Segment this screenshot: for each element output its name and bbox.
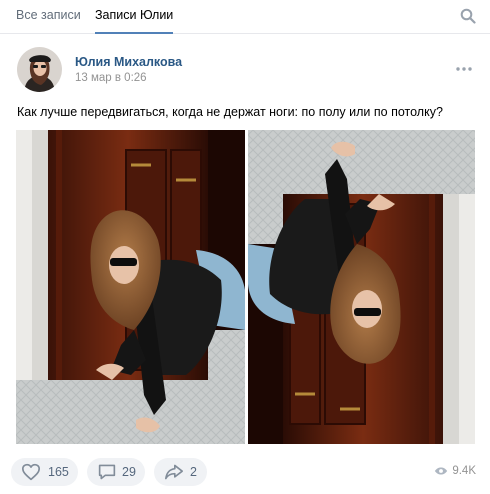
post-text: Как лучше передвигаться, когда не держат…: [17, 105, 443, 119]
more-dots-icon: [456, 67, 472, 71]
share-button[interactable]: 2: [154, 458, 207, 486]
search-button[interactable]: [460, 8, 476, 24]
tab-julia-posts[interactable]: Записи Юлии: [95, 0, 174, 34]
like-count: 165: [48, 465, 69, 479]
post-date[interactable]: 13 мар в 0:26: [75, 72, 147, 84]
comment-icon: [98, 464, 116, 480]
post-author[interactable]: Юлия Михалкова: [75, 55, 182, 69]
comment-count: 29: [122, 465, 136, 479]
share-count: 2: [190, 465, 197, 479]
post-photo-2[interactable]: [248, 130, 475, 444]
eye-icon: [435, 467, 448, 475]
like-button[interactable]: 165: [11, 458, 78, 486]
views-count: 9.4K: [452, 465, 476, 477]
heart-icon: [22, 463, 40, 481]
post-photo-1[interactable]: [16, 130, 245, 444]
post-menu-button[interactable]: [456, 59, 472, 71]
views-counter: 9.4K: [435, 465, 476, 477]
comment-button[interactable]: 29: [87, 458, 145, 486]
search-icon: [460, 8, 476, 24]
wall-post: Юлия Михалкова 13 мар в 0:26 Как лучше п…: [0, 35, 490, 494]
tabs-bar: Все записи Записи Юлии: [0, 0, 490, 34]
share-arrow-icon: [165, 464, 183, 480]
tab-all-posts[interactable]: Все записи: [16, 0, 81, 34]
avatar[interactable]: [17, 47, 62, 92]
